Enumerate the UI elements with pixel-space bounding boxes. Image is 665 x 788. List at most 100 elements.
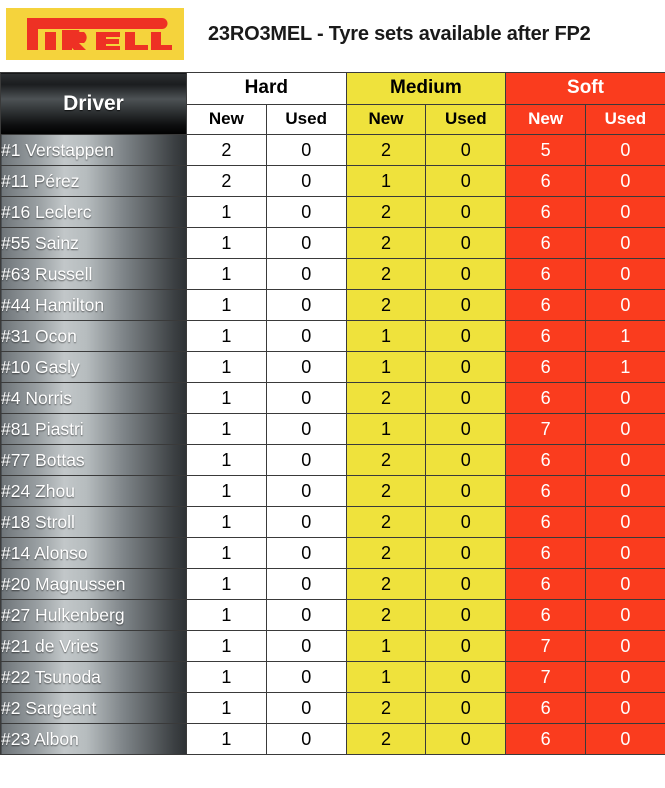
cell-medium-new: 2 (345, 599, 427, 631)
table-row: #4 Norris 1 0 2 0 6 0 (0, 382, 665, 414)
driver-name-cell: #55 Sainz (0, 227, 187, 259)
cell-soft-new: 6 (505, 227, 586, 259)
page-title: 23RO3MEL - Tyre sets available after FP2 (208, 22, 591, 45)
cell-medium-new: 2 (345, 568, 427, 600)
table-row: #1 Verstappen 2 0 2 0 5 0 (0, 134, 665, 166)
cell-hard-used: 0 (265, 382, 347, 414)
cell-hard-used: 0 (265, 692, 347, 724)
cell-soft-new: 6 (505, 723, 586, 755)
cell-soft-new: 6 (505, 351, 586, 383)
cell-medium-new: 1 (345, 630, 427, 662)
driver-name-cell: #11 Pérez (0, 165, 187, 197)
cell-medium-used: 0 (425, 165, 507, 197)
cell-soft-new: 7 (505, 661, 586, 693)
cell-soft-used: 0 (585, 413, 665, 445)
cell-hard-new: 1 (186, 661, 267, 693)
cell-soft-new: 6 (505, 165, 586, 197)
cell-soft-used: 0 (585, 134, 665, 166)
cell-medium-new: 2 (345, 289, 427, 321)
cell-soft-new: 6 (505, 258, 586, 290)
cell-hard-used: 0 (265, 568, 347, 600)
cell-soft-new: 6 (505, 599, 586, 631)
cell-medium-new: 2 (345, 506, 427, 538)
column-group-hard: Hard (186, 72, 347, 105)
cell-hard-new: 1 (186, 382, 267, 414)
cell-medium-new: 2 (345, 382, 427, 414)
table-row: #27 Hulkenberg 1 0 2 0 6 0 (0, 599, 665, 631)
cell-hard-new: 1 (186, 537, 267, 569)
driver-name-cell: #20 Magnussen (0, 568, 187, 600)
table-row: #23 Albon 1 0 2 0 6 0 (0, 723, 665, 755)
cell-soft-new: 6 (505, 320, 586, 352)
driver-name-cell: #22 Tsunoda (0, 661, 187, 693)
column-group-soft: Soft (505, 72, 665, 105)
cell-soft-new: 6 (505, 382, 586, 414)
cell-soft-used: 0 (585, 289, 665, 321)
driver-name-cell: #27 Hulkenberg (0, 599, 187, 631)
driver-name-cell: #18 Stroll (0, 506, 187, 538)
driver-name-cell: #2 Sargeant (0, 692, 187, 724)
cell-soft-new: 6 (505, 537, 586, 569)
cell-soft-new: 6 (505, 289, 586, 321)
column-header-soft-new: New (505, 103, 586, 135)
table-row: #55 Sainz 1 0 2 0 6 0 (0, 227, 665, 259)
cell-medium-new: 2 (345, 537, 427, 569)
cell-medium-used: 0 (425, 692, 507, 724)
cell-soft-used: 0 (585, 506, 665, 538)
cell-medium-new: 1 (345, 413, 427, 445)
column-header-medium-used: Used (425, 103, 507, 135)
cell-soft-new: 6 (505, 196, 586, 228)
document-header: 23RO3MEL - Tyre sets available after FP2 (0, 0, 665, 72)
table-row: #31 Ocon 1 0 1 0 6 1 (0, 320, 665, 352)
cell-hard-new: 1 (186, 630, 267, 662)
cell-soft-new: 6 (505, 568, 586, 600)
table-body: #1 Verstappen 2 0 2 0 5 0 #11 Pérez 2 0 1 0 6 0 #16 Le… (0, 134, 665, 755)
table-row: #20 Magnussen 1 0 2 0 6 0 (0, 568, 665, 600)
cell-medium-used: 0 (425, 537, 507, 569)
cell-soft-new: 6 (505, 506, 586, 538)
cell-soft-used: 0 (585, 196, 665, 228)
cell-medium-new: 2 (345, 475, 427, 507)
cell-medium-new: 2 (345, 258, 427, 290)
driver-name-cell: #31 Ocon (0, 320, 187, 352)
column-group-medium: Medium (345, 72, 507, 105)
cell-hard-used: 0 (265, 630, 347, 662)
cell-hard-used: 0 (265, 258, 347, 290)
table-row: #44 Hamilton 1 0 2 0 6 0 (0, 289, 665, 321)
table-row: #24 Zhou 1 0 2 0 6 0 (0, 475, 665, 507)
cell-hard-new: 1 (186, 196, 267, 228)
table-row: #22 Tsunoda 1 0 1 0 7 0 (0, 661, 665, 693)
cell-soft-used: 0 (585, 382, 665, 414)
cell-soft-used: 1 (585, 320, 665, 352)
cell-soft-new: 6 (505, 475, 586, 507)
cell-medium-new: 2 (345, 227, 427, 259)
cell-hard-used: 0 (265, 320, 347, 352)
cell-medium-used: 0 (425, 258, 507, 290)
cell-hard-new: 2 (186, 165, 267, 197)
cell-hard-used: 0 (265, 289, 347, 321)
cell-hard-used: 0 (265, 537, 347, 569)
cell-medium-used: 0 (425, 196, 507, 228)
cell-medium-new: 2 (345, 723, 427, 755)
cell-soft-used: 0 (585, 692, 665, 724)
cell-medium-used: 0 (425, 723, 507, 755)
cell-soft-new: 5 (505, 134, 586, 166)
cell-medium-new: 1 (345, 165, 427, 197)
cell-hard-used: 0 (265, 413, 347, 445)
column-header-soft-used: Used (585, 103, 665, 135)
cell-hard-new: 2 (186, 134, 267, 166)
cell-hard-new: 1 (186, 444, 267, 476)
table-row: #16 Leclerc 1 0 2 0 6 0 (0, 196, 665, 228)
cell-hard-used: 0 (265, 351, 347, 383)
cell-medium-used: 0 (425, 630, 507, 662)
cell-soft-new: 7 (505, 630, 586, 662)
cell-soft-used: 0 (585, 475, 665, 507)
cell-soft-used: 0 (585, 444, 665, 476)
cell-hard-new: 1 (186, 413, 267, 445)
table-row: #77 Bottas 1 0 2 0 6 0 (0, 444, 665, 476)
driver-name-cell: #77 Bottas (0, 444, 187, 476)
cell-medium-used: 0 (425, 475, 507, 507)
driver-name-cell: #4 Norris (0, 382, 187, 414)
pirelli-wordmark-icon (27, 18, 172, 50)
pirelli-logo (6, 8, 184, 60)
